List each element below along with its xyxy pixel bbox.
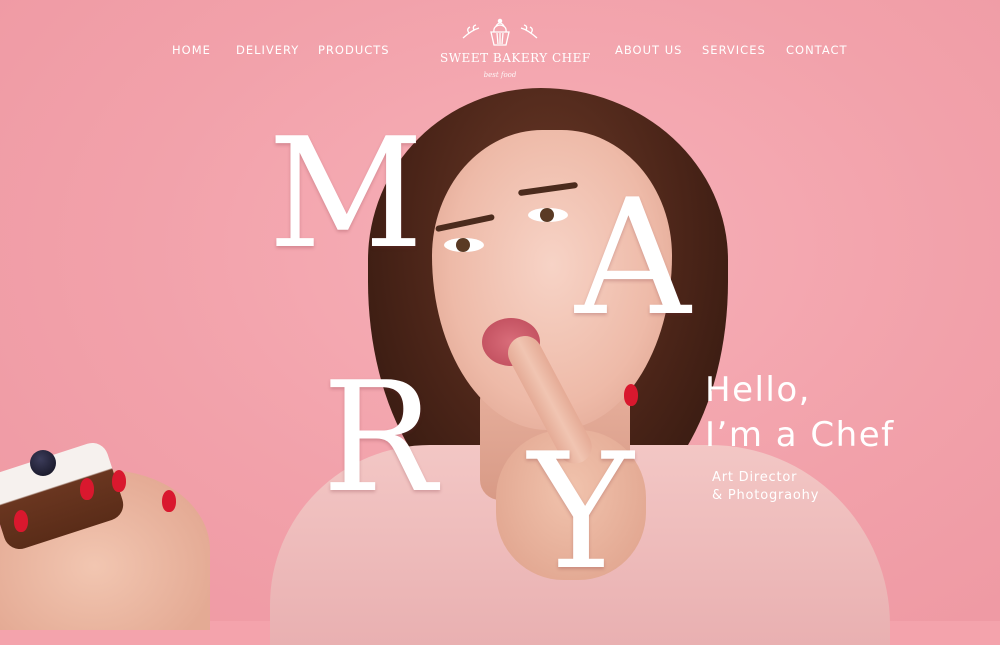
hero-role-line1: Art Director (712, 470, 798, 485)
photo-nail (624, 384, 638, 406)
nav-link-products[interactable]: PRODUCTS (318, 43, 390, 57)
hero-letter-a: A (575, 164, 691, 351)
cupcake-icon (462, 18, 538, 46)
photo-nail (80, 478, 94, 500)
photo-cake-berry (30, 450, 56, 476)
photo-left-eye (444, 238, 484, 252)
hero-greeting-line2: I’m a Chef (705, 415, 895, 455)
photo-nail (162, 490, 176, 512)
photo-nail (14, 510, 28, 532)
logo-tagline: best food (483, 71, 517, 79)
hero-role: Art Director & Photograohy (712, 469, 819, 505)
nav-link-home[interactable]: HOME (172, 43, 211, 57)
photo-nail (112, 470, 126, 492)
hero-greeting-line1: Hello, (705, 370, 811, 410)
logo-text: SWEET BAKERY CHEF (440, 51, 591, 65)
nav-link-services[interactable]: SERVICES (702, 43, 766, 57)
hero-letter-y: Y (528, 418, 634, 605)
main-nav: HOME DELIVERY PRODUCTS SWEET BAKERY CHEF… (0, 0, 1000, 100)
nav-link-about-us[interactable]: ABOUT US (615, 43, 682, 57)
hero-greeting: Hello, I’m a Chef (705, 368, 895, 458)
photo-right-eye (528, 208, 568, 222)
site-logo[interactable]: SWEET BAKERY CHEF best food (440, 18, 591, 98)
hero-letter-r: R (322, 349, 437, 526)
nav-link-delivery[interactable]: DELIVERY (236, 43, 299, 57)
hero-letter-m: M (268, 105, 424, 282)
nav-link-contact[interactable]: CONTACT (786, 43, 848, 57)
hero-role-line2: & Photograohy (712, 488, 820, 503)
